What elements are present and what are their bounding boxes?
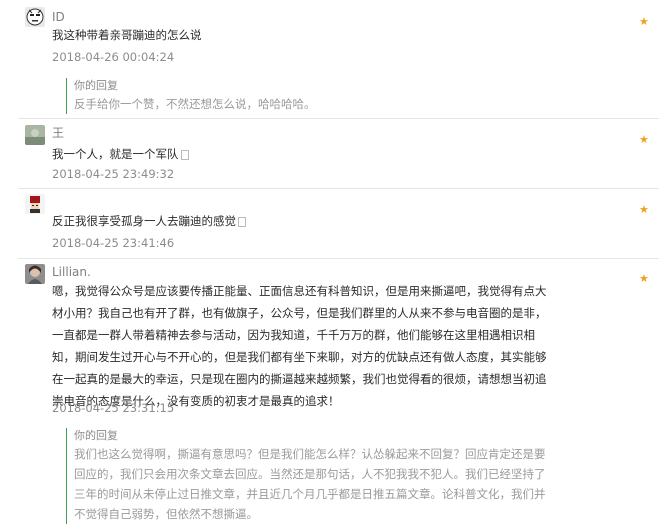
comment-text: 反正我很享受孤身一人去蹦迪的感觉 [52, 214, 236, 228]
reply-block: 你的回复 我们也这么觉得啊，撕逼有意思吗？但是我们能怎么样？认怂躲起来不回复？回… [66, 428, 594, 524]
comment-item: Lillian. ★ 嗯，我觉得公众号是应该要传播正能量、正面信息还有科普知识，… [0, 259, 659, 524]
content-line: 材小用？我自己也有开了群，也有做旗子，公众号，但是我们群里的人从来不参与电音圈的… [52, 306, 547, 320]
reply-block: 你的回复 反手给你一个赞，不然还想怎么说，哈哈哈哈。 [66, 78, 316, 114]
comment-content: 嗯，我觉得公众号是应该要传播正能量、正面信息还有科普知识，但是用来撕逼吧，我觉得… [52, 280, 597, 412]
comment-item: ★ 反正我很享受孤身一人去蹦迪的感觉 2018-04-25 23:41:46 [0, 189, 659, 259]
username[interactable]: Lillian. [52, 264, 91, 280]
content-line: 嗯，我觉得公众号是应该要传播正能量、正面信息还有科普知识，但是用来撕逼吧，我觉得… [52, 284, 547, 298]
star-icon[interactable]: ★ [639, 16, 649, 28]
content-line: 一直都是一群人带着精神去参与活动，因为我知道，千千万万的群，他们能够在这里相遇相… [52, 328, 535, 342]
star-icon[interactable]: ★ [639, 134, 649, 146]
emoji-placeholder-icon [180, 149, 189, 160]
comment-item: ID ★ 我这种带着亲哥蹦迪的怎么说 2018-04-26 00:04:24 你… [0, 0, 659, 120]
reply-line: 不觉得自己弱势，但依然不想撕逼。 [74, 507, 258, 521]
emoji-placeholder-icon [238, 216, 246, 227]
avatar[interactable] [25, 194, 45, 214]
reply-text: 反手给你一个赞，不然还想怎么说，哈哈哈哈。 [74, 97, 316, 111]
reply-label: 你的回复 [74, 79, 118, 92]
avatar[interactable] [25, 125, 45, 145]
comment-text: 我一个人，就是一个军队 [52, 147, 179, 161]
reply-label: 你的回复 [74, 429, 118, 442]
comment-time: 2018-04-25 23:49:32 [52, 167, 175, 181]
divider [18, 118, 659, 119]
comment-item: 王 ★ 我一个人，就是一个军队 2018-04-25 23:49:32 [0, 120, 659, 188]
reply-line: 三年的时间从未停止过日推文章，并且近几个月几乎都是日推五篇文章。论科普文化，我们… [74, 487, 546, 501]
comment-time: 2018-04-25 23:41:46 [52, 236, 175, 250]
avatar[interactable] [25, 7, 45, 27]
star-icon[interactable]: ★ [639, 204, 649, 216]
avatar[interactable] [25, 264, 45, 284]
star-icon[interactable]: ★ [639, 273, 649, 285]
comment-content: 反正我很享受孤身一人去蹦迪的感觉 [52, 210, 572, 232]
comment-time: 2018-04-26 00:04:24 [52, 50, 175, 64]
reply-line: 回应的，我们只会用次条文章去回应。当然还是那句话，人不犯我我不犯人。我们已经坚持… [74, 467, 546, 481]
comment-content: 我这种带着亲哥蹦迪的怎么说 [52, 28, 202, 42]
comment-content: 我一个人，就是一个军队 [52, 143, 572, 165]
comment-time: 2018-04-25 23:31:15 [52, 401, 175, 415]
username[interactable]: 王 [52, 125, 64, 141]
reply-line: 我们也这么觉得啊，撕逼有意思吗？但是我们能怎么样？认怂躲起来不回复？回应肯定还是… [74, 447, 546, 461]
username[interactable]: ID [52, 9, 65, 25]
content-line: 在一起真的是最大的幸运，只是现在圈内的撕逼越来越频繁，我们也觉得看的很烦，请想想… [52, 372, 547, 386]
content-line: 知，期间发生过开心与不开心的，但是我们都有坐下来聊，对方的优缺点还有做人态度，其… [52, 350, 547, 364]
